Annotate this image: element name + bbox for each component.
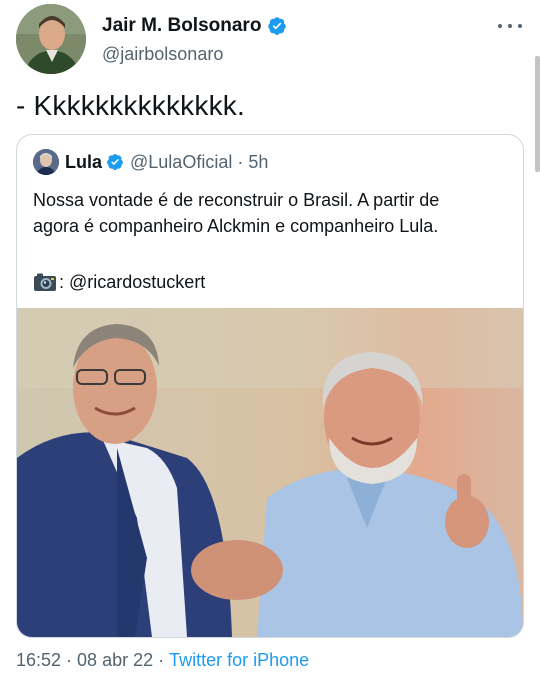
quoted-tweet-text: Nossa vontade é de reconstruir o Brasil.… (33, 187, 513, 239)
quoted-verified-badge-icon (107, 154, 123, 171)
avatar-image (16, 4, 86, 74)
author-name-row: Jair M. Bolsonaro (102, 14, 287, 38)
photo-credit: : @ricardostuckert (33, 269, 205, 295)
tweet-source-link[interactable]: Twitter for iPhone (169, 648, 309, 672)
author-names: Jair M. Bolsonaro @jairbolsonaro (102, 14, 287, 65)
quoted-time-ago: 5h (248, 152, 269, 172)
tweet-header: Jair M. Bolsonaro @jairbolsonaro (16, 4, 287, 74)
quoted-avatar-image (33, 149, 59, 175)
author-avatar[interactable] (16, 4, 86, 74)
photo-credit-text: : @ricardostuckert (59, 272, 206, 292)
quoted-text-line: agora é companheiro Alckmin e companheir… (33, 216, 439, 236)
footer-separator: · (66, 650, 73, 670)
quoted-meta-separator: · (237, 152, 244, 172)
tweet-time[interactable]: 16:52 (16, 648, 61, 672)
camera-icon (34, 273, 56, 291)
tweet-date[interactable]: 08 abr 22 (77, 648, 153, 672)
quoted-text-line: Nossa vontade é de reconstruir o Brasil.… (33, 190, 440, 210)
quoted-tweet[interactable]: Lula @LulaOficial · 5h Nossa vontade é d… (16, 134, 524, 638)
tweet-text: - Kkkkkkkkkkkkkk. (16, 90, 245, 121)
more-dot (498, 24, 502, 28)
quoted-tweet-photo[interactable] (17, 308, 523, 637)
quoted-tweet-header: Lula @LulaOficial · 5h (33, 149, 268, 175)
more-options-icon[interactable] (498, 14, 522, 38)
more-dot (508, 24, 512, 28)
quoted-author-handle: @LulaOficial (130, 152, 233, 172)
verified-badge-icon (268, 16, 287, 35)
quoted-author-name: Lula (65, 152, 103, 172)
more-dot (518, 24, 522, 28)
author-name[interactable]: Jair M. Bolsonaro (102, 14, 261, 38)
author-handle[interactable]: @jairbolsonaro (102, 44, 287, 65)
tweet: Jair M. Bolsonaro @jairbolsonaro - Kkkkk… (0, 0, 540, 680)
footer-separator: · (158, 650, 165, 670)
tweet-footer: 16:52 · 08 abr 22 · Twitter for iPhone (16, 648, 309, 672)
quoted-author-avatar (33, 149, 59, 175)
scrollbar[interactable] (535, 56, 540, 172)
photo-image (17, 308, 523, 637)
